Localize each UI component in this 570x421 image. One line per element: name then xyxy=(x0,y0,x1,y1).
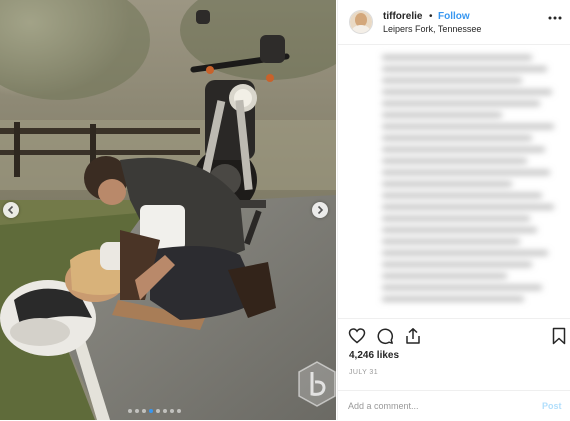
blurred-caption xyxy=(338,45,570,315)
carousel-dot xyxy=(170,409,174,413)
share-icon[interactable] xyxy=(404,327,422,345)
previous-photo-button[interactable] xyxy=(3,202,19,218)
action-bar xyxy=(338,318,570,347)
photo-scene xyxy=(0,0,336,420)
avatar[interactable] xyxy=(349,10,373,34)
avatar-image xyxy=(350,11,372,33)
username-link[interactable]: tifforelie xyxy=(383,11,422,22)
chevron-right-icon xyxy=(317,205,324,215)
watermark-logo xyxy=(298,361,336,407)
post-details-panel: tifforelie • Follow Leipers Fork, Tennes… xyxy=(337,0,570,420)
carousel-dot xyxy=(149,409,153,413)
carousel-dots xyxy=(128,409,181,413)
location-link[interactable]: Leipers Fork, Tennessee xyxy=(383,24,481,34)
comment-bubble-icon[interactable] xyxy=(376,327,394,345)
heart-icon[interactable] xyxy=(348,327,366,345)
blurred-caption-text xyxy=(382,55,554,302)
more-options-icon[interactable] xyxy=(547,10,563,26)
post-comment-button[interactable]: Post xyxy=(542,401,562,411)
chevron-left-icon xyxy=(7,205,14,215)
comment-input[interactable] xyxy=(348,399,528,413)
carousel-dot xyxy=(177,409,181,413)
follow-button[interactable]: Follow xyxy=(438,11,470,22)
likes-count[interactable]: 4,246 likes xyxy=(349,350,399,361)
carousel-dot xyxy=(163,409,167,413)
carousel-dot xyxy=(135,409,139,413)
comment-bar: Post xyxy=(338,390,570,421)
bookmark-icon[interactable] xyxy=(550,327,568,345)
post-date: JULY 31 xyxy=(349,369,379,376)
carousel-dot xyxy=(142,409,146,413)
post-header: tifforelie • Follow Leipers Fork, Tennes… xyxy=(338,0,570,45)
carousel-dot xyxy=(128,409,132,413)
carousel-dot xyxy=(156,409,160,413)
post-photo[interactable] xyxy=(0,0,336,420)
next-photo-button[interactable] xyxy=(312,202,328,218)
separator-dot: • xyxy=(429,11,433,22)
